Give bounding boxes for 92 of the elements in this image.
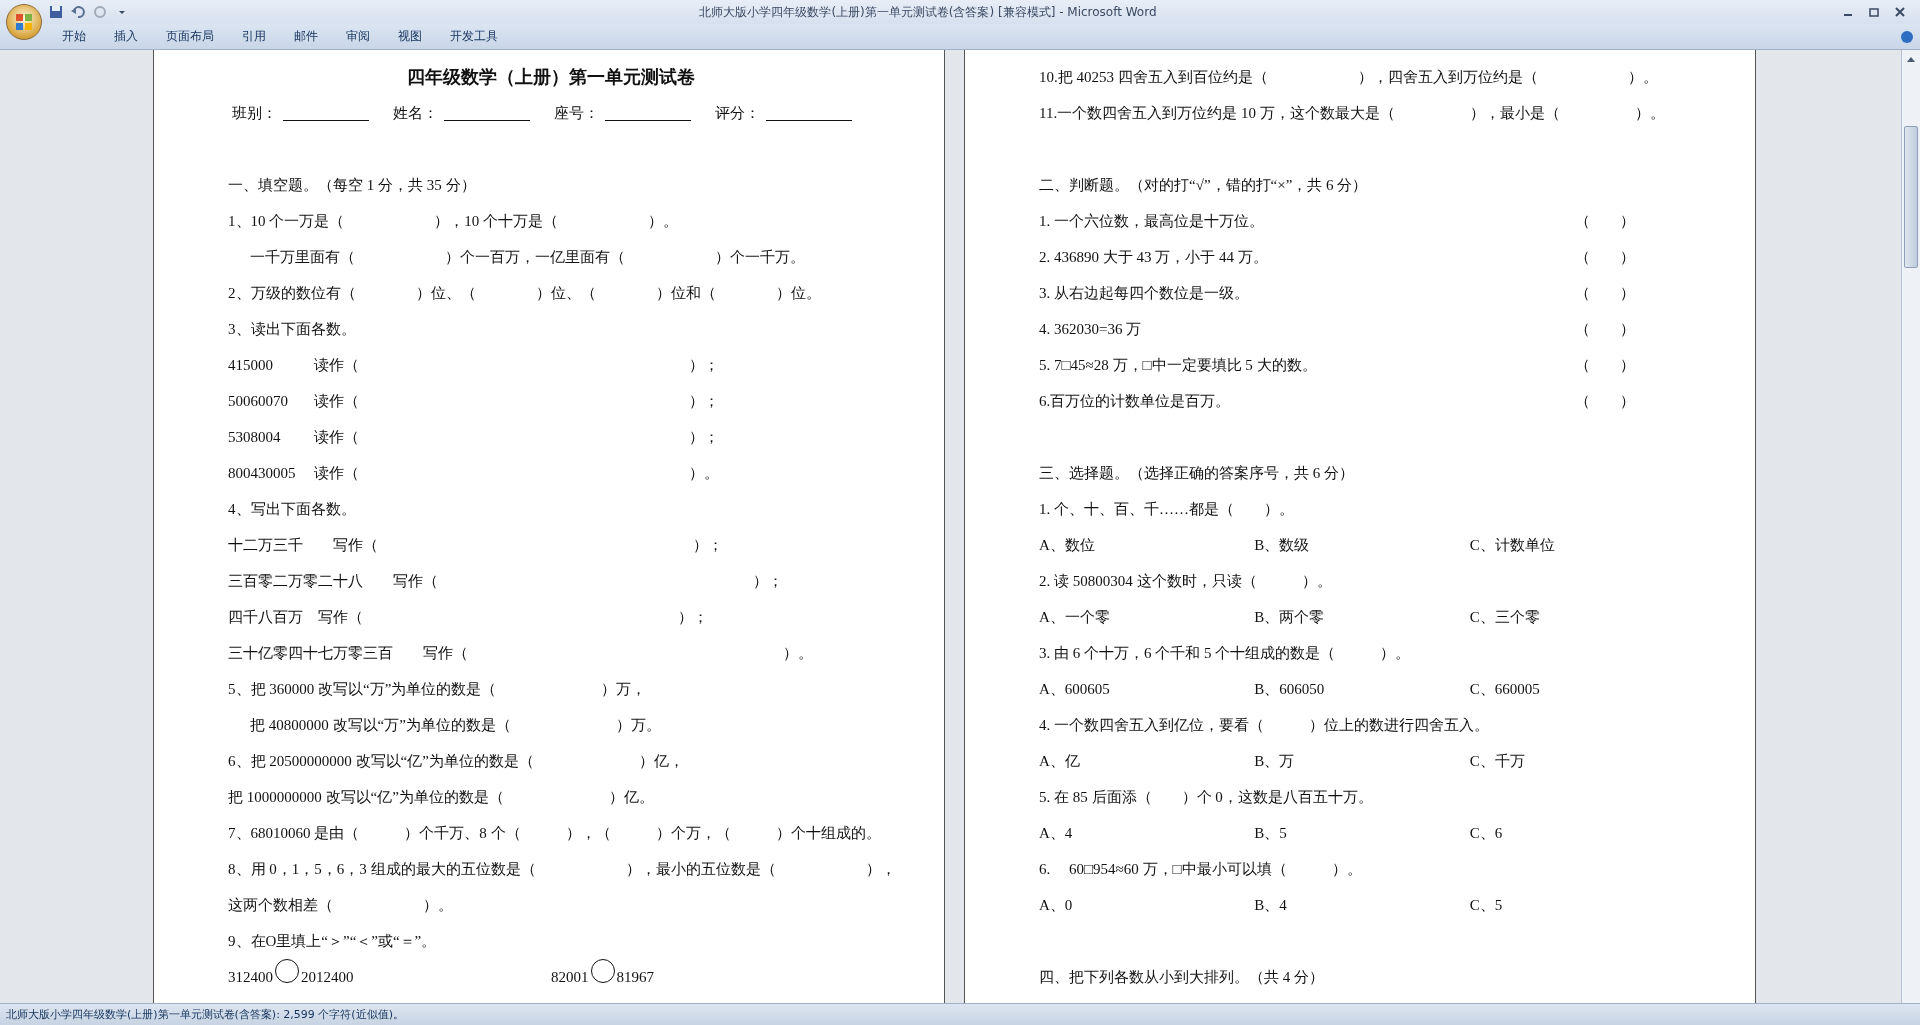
question-text: 一、填空题。（每空 1 分，共 35 分） — [228, 175, 476, 195]
number-text: 415000 — [228, 356, 274, 374]
question-text: 7、68010060 是由（ ）个千万、8 个（ ），（ ）个万，（ ）个十组成的。 — [228, 823, 881, 843]
choice-option: A、亿 — [1039, 751, 1255, 771]
choice-option: B、两个零 — [1254, 607, 1470, 627]
choice-option: A、一个零 — [1039, 607, 1255, 627]
choice-option: A、数位 — [1039, 535, 1255, 555]
answer-blank: （ ） — [1575, 211, 1635, 231]
question-text: 5. 在 85 后面添（ ）个 0，这数是八百五十万。 — [1039, 787, 1373, 807]
answer-blank: （ ） — [1575, 391, 1635, 411]
ribbon-tab[interactable]: 引用 — [228, 28, 280, 45]
question-text: 1. 个、十、百、千……都是（ ）。 — [1039, 499, 1294, 519]
question-text: 6、把 20500000000 改写以“亿”为单位的数是（ ）亿， — [228, 751, 684, 771]
question-text: 四、把下列各数从小到大排列。（共 4 分） — [1039, 967, 1324, 987]
question-text: 一千万里面有（ ）个一百万，一亿里面有（ ）个一千万。 — [250, 247, 805, 267]
question-text: 11.一个数四舍五入到万位约是 10 万，这个数最大是（ ），最小是（ ）。 — [1039, 103, 1665, 123]
field-label: 姓名： — [393, 103, 438, 123]
choice-option: C、5 — [1469, 895, 1685, 915]
scrollbar-thumb[interactable] — [1904, 126, 1918, 268]
question-text: 5、把 360000 改写以“万”为单位的数是（ ）万， — [228, 679, 647, 699]
choice-option: C、计数单位 — [1469, 535, 1685, 555]
field-label: 班别： — [232, 103, 277, 123]
undo-icon[interactable] — [70, 4, 86, 20]
question-text: 6.百万位的计数单位是百万。 — [1039, 391, 1231, 411]
choice-option: C、660005 — [1469, 679, 1685, 699]
question-text: 3. 由 6 个十万，6 个千和 5 个十组成的数是（ ）。 — [1039, 643, 1411, 663]
number-text: 2012400 — [301, 968, 354, 986]
question-text: 2、万级的数位有（ ）位、（ ）位、（ ）位和（ ）位。 — [228, 283, 821, 303]
answer-blank: （ ） — [1575, 247, 1635, 267]
office-logo-icon — [15, 13, 33, 31]
answer-blank: （ ） — [1575, 319, 1635, 339]
answer-blank: （ ） — [1575, 283, 1635, 303]
ribbon-tab[interactable]: 插入 — [100, 28, 152, 45]
number-text: 81967 — [616, 968, 654, 986]
question-text: 读作（ ）； — [314, 355, 719, 375]
save-icon[interactable] — [48, 4, 64, 20]
office-button[interactable] — [6, 4, 42, 40]
choice-option: B、万 — [1254, 751, 1470, 771]
question-text: 4. 362030=36 万 — [1039, 319, 1142, 339]
choice-option: B、4 — [1254, 895, 1470, 915]
choice-option: A、0 — [1039, 895, 1255, 915]
ribbon-tab[interactable]: 开始 — [48, 28, 100, 45]
question-text: 二、判断题。（对的打“√”，错的打“×”，共 6 分） — [1039, 175, 1368, 195]
choice-option: A、600605 — [1039, 679, 1255, 699]
ribbon-tab[interactable]: 视图 — [384, 28, 436, 45]
question-text: 三百零二万零二十八 写作（ ）； — [228, 571, 783, 591]
ribbon-tab[interactable]: 审阅 — [332, 28, 384, 45]
choice-option: C、三个零 — [1469, 607, 1685, 627]
question-text: 8、用 0，1，5，6，3 组成的最大的五位数是（ ），最小的五位数是（ ）， — [228, 859, 896, 879]
choice-option: B、5 — [1254, 823, 1470, 843]
number-text: 800430005 — [228, 464, 297, 482]
question-text: 十二万三千 写作（ ）； — [228, 535, 723, 555]
number-text: 82001 — [551, 968, 589, 986]
question-text: 这两个数相差（ ）。 — [228, 895, 453, 915]
question-text: 读作（ ）； — [314, 427, 719, 447]
question-text: 三十亿零四十七万零三百 写作（ ）。 — [228, 643, 813, 663]
window-title: 北师大版小学四年级数学(上册)第一单元测试卷(含答案) [兼容模式] - Microsoft Word — [698, 3, 1158, 21]
number-text: 312400 — [228, 968, 273, 986]
document-title: 四年级数学（上册）第一单元测试卷 — [406, 65, 696, 89]
choice-option: C、6 — [1469, 823, 1685, 843]
question-text: 9、在O里填上“＞”“＜”或“＝”。 — [228, 931, 437, 951]
choice-option: A、4 — [1039, 823, 1255, 843]
question-text: 读作（ ）； — [314, 391, 719, 411]
question-text: 10.把 40253 四舍五入到百位约是（ ），四舍五入到万位约是（ ）。 — [1039, 67, 1658, 87]
question-text: 3、读出下面各数。 — [228, 319, 356, 339]
choice-option: B、606050 — [1254, 679, 1470, 699]
question-text: 4、写出下面各数。 — [228, 499, 356, 519]
field-label: 评分： — [715, 103, 760, 123]
question-text: 1、10 个一万是（ ），10 个十万是（ ）。 — [228, 211, 678, 231]
number-text: 50060070 — [228, 392, 289, 410]
vertical-scrollbar[interactable] — [1901, 50, 1920, 1003]
ribbon-tab[interactable]: 邮件 — [280, 28, 332, 45]
choice-option: B、数级 — [1254, 535, 1470, 555]
question-text: 2. 读 50800304 这个数时，只读（ ）。 — [1039, 571, 1332, 591]
ribbon-tab[interactable]: 开发工具 — [436, 28, 512, 45]
question-text: 三、选择题。（选择正确的答案序号，共 6 分） — [1039, 463, 1354, 483]
field-label: 座号： — [554, 103, 599, 123]
question-text: 5. 7□45≈28 万，□中一定要填比 5 大的数。 — [1039, 355, 1317, 375]
question-text: 把 40800000 改写以“万”为单位的数是（ ）万。 — [250, 715, 661, 735]
question-text: 2. 436890 大于 43 万，小于 44 万。 — [1039, 247, 1268, 267]
question-text: 6. 60□954≈60 万，□中最小可以填（ ）。 — [1039, 859, 1362, 879]
question-text: 4. 一个数四舍五入到亿位，要看（ ）位上的数进行四舍五入。 — [1039, 715, 1489, 735]
status-bar: 北师大版小学四年级数学(上册)第一单元测试卷(含答案): 2,599 个字符(近似值)。 — [0, 1003, 1920, 1025]
question-text: 3. 从右边起每四个数位是一级。 — [1039, 283, 1249, 303]
question-text: 读作（ ）。 — [314, 463, 719, 483]
answer-blank: （ ） — [1575, 355, 1635, 375]
ribbon-tab[interactable]: 页面布局 — [152, 28, 228, 45]
question-text: 四千八百万 写作（ ）； — [228, 607, 708, 627]
number-text: 5308004 — [228, 428, 282, 446]
question-text: 把 1000000000 改写以“亿”为单位的数是（ ）亿。 — [228, 787, 654, 807]
choice-option: C、千万 — [1469, 751, 1685, 771]
question-text: 1. 一个六位数，最高位是十万位。 — [1039, 211, 1264, 231]
